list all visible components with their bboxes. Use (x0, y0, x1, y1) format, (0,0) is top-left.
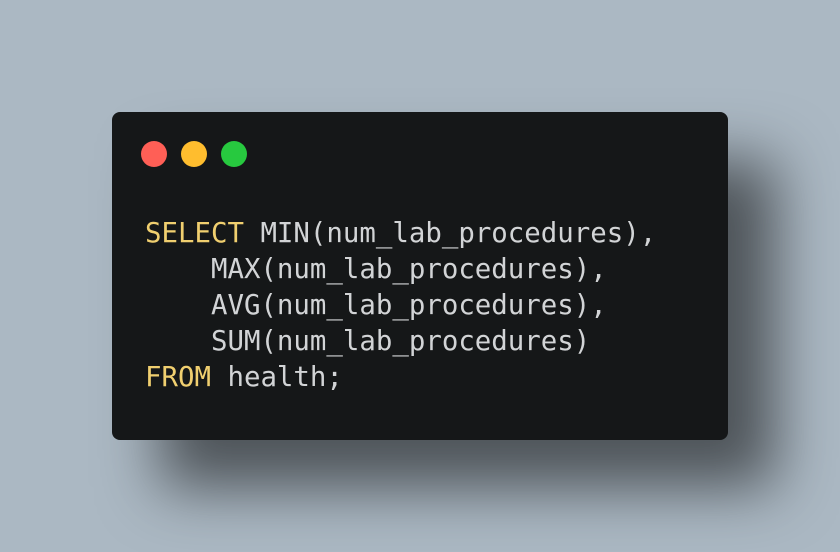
code-window: SELECT MIN(num_lab_procedures), MAX(num_… (112, 112, 728, 440)
maximize-dot-icon[interactable] (221, 141, 247, 167)
code-text: MAX(num_lab_procedures), (145, 254, 607, 285)
code-keyword: FROM (145, 362, 211, 393)
code-keyword: SELECT (145, 218, 244, 249)
window-controls (141, 141, 247, 167)
code-text: AVG(num_lab_procedures), (145, 290, 607, 321)
minimize-dot-icon[interactable] (181, 141, 207, 167)
code-line-4: SUM(num_lab_procedures) (145, 324, 656, 360)
code-line-1: SELECT MIN(num_lab_procedures), (145, 216, 656, 252)
code-line-3: AVG(num_lab_procedures), (145, 288, 656, 324)
code-text: MIN(num_lab_procedures), (243, 218, 657, 249)
code-text: health; (210, 362, 343, 393)
code-text: SUM(num_lab_procedures) (145, 326, 591, 357)
code-line-2: MAX(num_lab_procedures), (145, 252, 656, 288)
code-line-5: FROM health; (145, 360, 656, 396)
close-dot-icon[interactable] (141, 141, 167, 167)
code-block: SELECT MIN(num_lab_procedures), MAX(num_… (145, 216, 656, 396)
